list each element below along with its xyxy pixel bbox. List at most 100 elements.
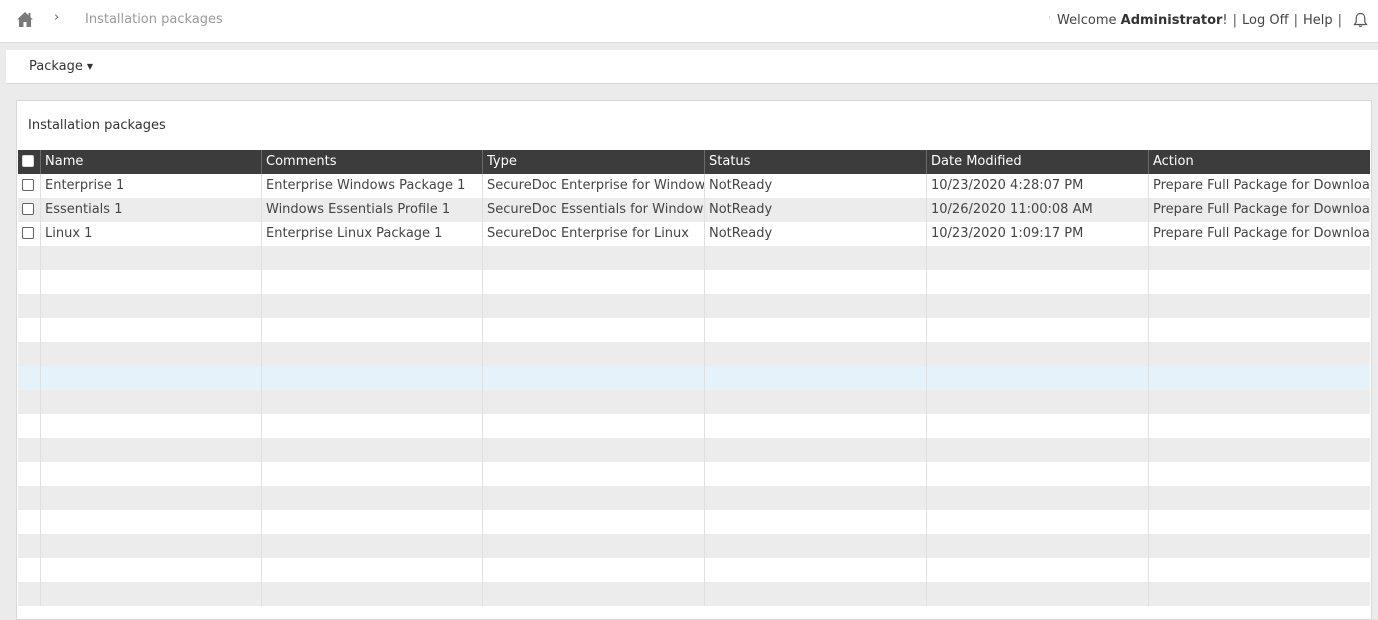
cell-comments xyxy=(262,318,483,342)
package-menu-label: Package xyxy=(29,59,83,74)
empty-table-row xyxy=(18,318,1370,342)
table-row[interactable]: Essentials 1 Windows Essentials Profile 1… xyxy=(18,198,1370,222)
cell-date-modified xyxy=(927,318,1149,342)
menu-bar: Package ▼ xyxy=(6,50,1378,84)
cell-type xyxy=(483,294,705,318)
package-menu[interactable]: Package ▼ xyxy=(29,59,93,74)
cell-type xyxy=(483,510,705,534)
separator: | xyxy=(1293,12,1298,28)
empty-table-row xyxy=(18,510,1370,534)
cell-action[interactable]: Prepare Full Package for Download xyxy=(1149,222,1370,246)
cell-comments xyxy=(262,462,483,486)
row-select-cell xyxy=(18,222,41,246)
row-select-cell xyxy=(18,294,41,318)
cell-date-modified xyxy=(927,582,1149,606)
logoff-link[interactable]: Log Off xyxy=(1242,13,1289,28)
grid-header: Name Comments Type Status Date Modified … xyxy=(18,150,1370,174)
row-checkbox[interactable] xyxy=(22,226,34,239)
cell-action[interactable]: Prepare Full Package for Download xyxy=(1149,174,1370,198)
cell-name xyxy=(41,390,262,414)
empty-table-row xyxy=(18,294,1370,318)
cell-name xyxy=(41,462,262,486)
cell-status xyxy=(705,366,927,390)
table-row[interactable]: Enterprise 1 Enterprise Windows Package 1… xyxy=(18,174,1370,198)
cell-status xyxy=(705,390,927,414)
cell-comments xyxy=(262,438,483,462)
column-header-action[interactable]: Action xyxy=(1149,150,1370,174)
row-select-cell xyxy=(18,174,41,198)
bell-icon[interactable] xyxy=(1353,12,1368,28)
cell-name: Linux 1 xyxy=(41,222,262,246)
cell-status xyxy=(705,414,927,438)
cell-name xyxy=(41,510,262,534)
column-header-comments[interactable]: Comments xyxy=(262,150,483,174)
content-panel: Installation packages Name Comments Type… xyxy=(16,100,1372,620)
divider: ' xyxy=(1048,14,1052,26)
row-select-cell xyxy=(18,510,41,534)
column-header-type[interactable]: Type xyxy=(483,150,705,174)
empty-table-row xyxy=(18,366,1370,390)
cell-type xyxy=(483,414,705,438)
cell-status xyxy=(705,438,927,462)
cell-date-modified xyxy=(927,414,1149,438)
column-header-status[interactable]: Status xyxy=(705,150,927,174)
cell-action xyxy=(1149,558,1370,582)
cell-type xyxy=(483,246,705,270)
row-select-cell xyxy=(18,558,41,582)
user-name: Administrator xyxy=(1120,12,1223,28)
empty-table-row xyxy=(18,246,1370,270)
cell-action[interactable]: Prepare Full Package for Download xyxy=(1149,198,1370,222)
cell-date-modified xyxy=(927,366,1149,390)
cell-name xyxy=(41,486,262,510)
row-select-cell xyxy=(18,198,41,222)
row-select-cell xyxy=(18,534,41,558)
cell-action xyxy=(1149,486,1370,510)
cell-type xyxy=(483,486,705,510)
cell-name xyxy=(41,366,262,390)
separator: | xyxy=(1232,12,1238,28)
column-header-name[interactable]: Name xyxy=(41,150,262,174)
cell-status xyxy=(705,294,927,318)
cell-name xyxy=(41,438,262,462)
cell-comments xyxy=(262,486,483,510)
row-checkbox[interactable] xyxy=(22,202,34,215)
cell-type xyxy=(483,342,705,366)
grid-body: Enterprise 1 Enterprise Windows Package 1… xyxy=(18,174,1370,606)
cell-status: NotReady xyxy=(705,198,927,222)
cell-comments xyxy=(262,294,483,318)
row-select-cell xyxy=(18,462,41,486)
cell-status: NotReady xyxy=(705,174,927,198)
empty-table-row xyxy=(18,438,1370,462)
cell-date-modified xyxy=(927,510,1149,534)
row-checkbox[interactable] xyxy=(22,178,34,191)
panel-title: Installation packages xyxy=(28,118,166,133)
empty-table-row xyxy=(18,486,1370,510)
welcome-text: Welcome xyxy=(1057,12,1117,28)
home-icon[interactable] xyxy=(16,11,34,28)
empty-table-row xyxy=(18,390,1370,414)
empty-table-row xyxy=(18,462,1370,486)
table-row[interactable]: Linux 1 Enterprise Linux Package 1 SecureD… xyxy=(18,222,1370,246)
select-all-checkbox[interactable] xyxy=(22,154,34,167)
cell-action xyxy=(1149,342,1370,366)
help-link[interactable]: Help xyxy=(1303,13,1333,28)
cell-type xyxy=(483,534,705,558)
breadcrumb-title: Installation packages xyxy=(85,12,223,27)
cell-action xyxy=(1149,246,1370,270)
cell-comments xyxy=(262,558,483,582)
cell-comments: Enterprise Windows Package 1 xyxy=(262,174,483,198)
row-select-cell xyxy=(18,342,41,366)
empty-table-row xyxy=(18,582,1370,606)
cell-date-modified xyxy=(927,342,1149,366)
cell-comments xyxy=(262,390,483,414)
cell-comments: Enterprise Linux Package 1 xyxy=(262,222,483,246)
cell-date-modified xyxy=(927,486,1149,510)
cell-date-modified: 10/23/2020 4:28:07 PM xyxy=(927,174,1149,198)
cell-type xyxy=(483,270,705,294)
cell-action xyxy=(1149,366,1370,390)
packages-grid: Name Comments Type Status Date Modified … xyxy=(18,150,1370,606)
cell-status xyxy=(705,558,927,582)
column-header-date-modified[interactable]: Date Modified xyxy=(927,150,1149,174)
cell-comments xyxy=(262,414,483,438)
cell-comments xyxy=(262,270,483,294)
